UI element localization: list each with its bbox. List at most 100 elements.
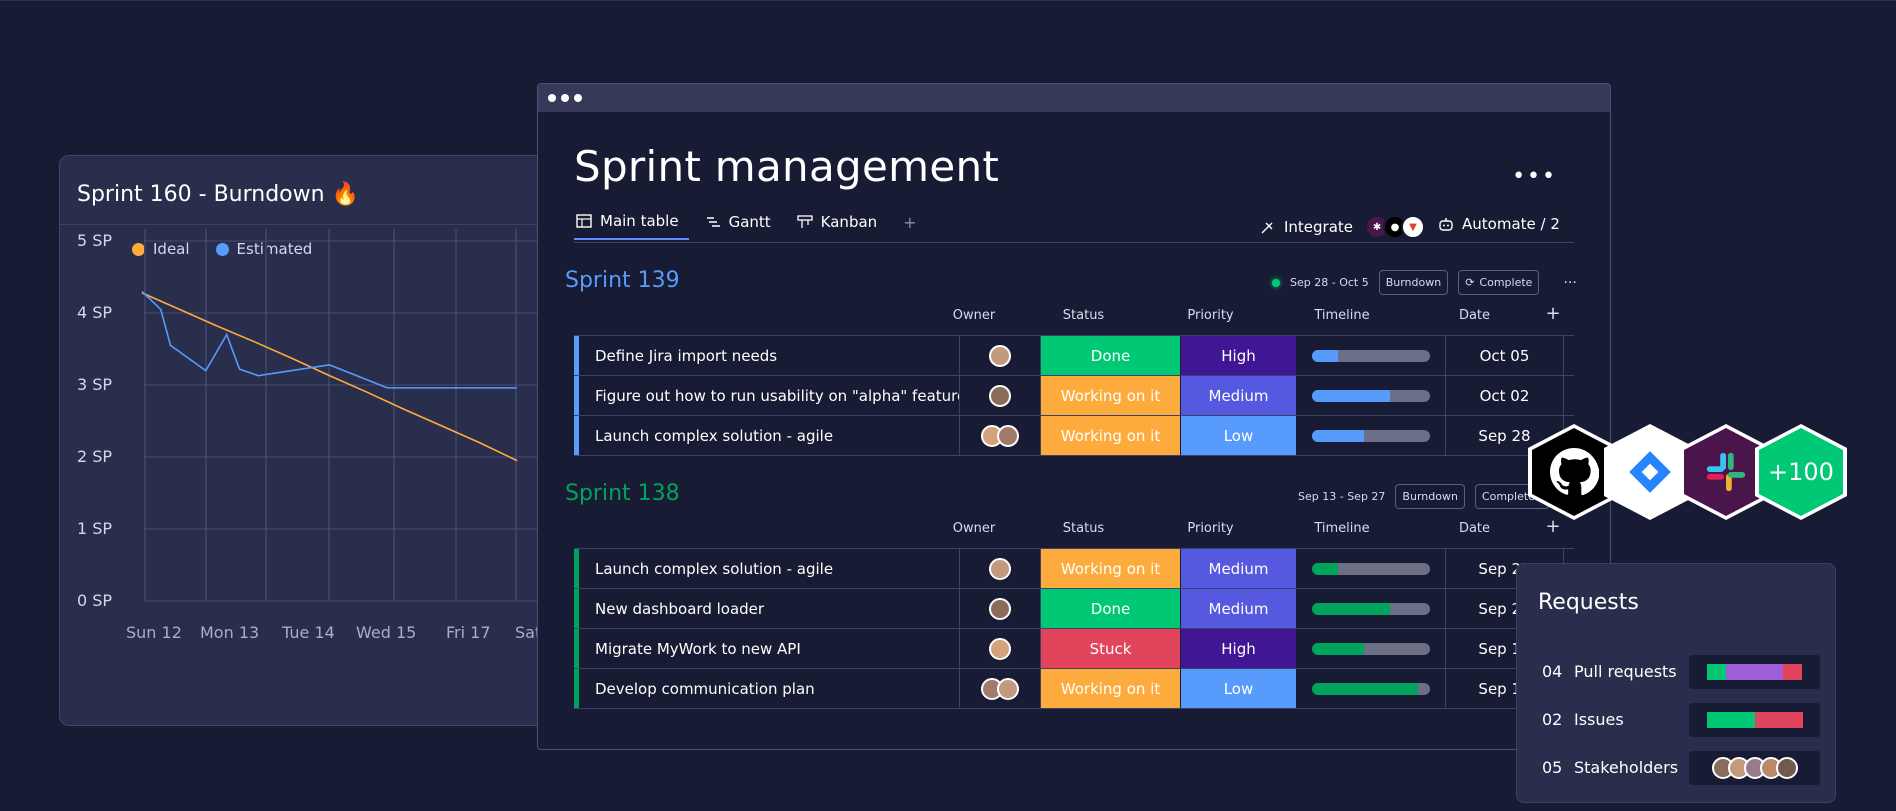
table-row[interactable]: Migrate MyWork to new API Stuck High Sep 16 [574,629,1574,669]
y-tick-label: 1 SP [77,519,112,538]
col-timeline: Timeline [1314,521,1370,536]
avatar [1775,757,1798,779]
request-row-issues[interactable]: 02 Issues [1542,710,1624,729]
view-tabs: Main table Gantt Kanban + [574,212,941,240]
item-name[interactable]: Figure out how to run usability on "alph… [579,376,960,415]
owner-cell[interactable] [960,376,1041,415]
requests-title: Requests [1538,590,1639,615]
owner-cell[interactable] [960,669,1041,708]
gitlab-icon: ▼ [1401,215,1426,239]
timeline-cell[interactable] [1297,376,1446,415]
owner-avatar[interactable] [989,637,1011,660]
priority-cell[interactable]: Low [1181,669,1297,708]
window-titlebar [538,84,1610,112]
request-row-pull-requests[interactable]: 04 Pull requests [1542,662,1677,681]
group-table-sprint-139: Define Jira import needs Done High Oct 05 Fi… [574,335,1574,456]
owner-avatar[interactable] [997,424,1019,447]
automate-button[interactable]: Automate / 2 [1438,215,1560,233]
status-cell[interactable]: Done [1041,589,1181,628]
integrate-label: Integrate [1284,218,1354,236]
timeline-cell[interactable] [1297,629,1446,668]
group-title-sprint-139[interactable]: Sprint 139 [565,268,680,293]
table-row[interactable]: Figure out how to run usability on "alph… [574,376,1574,416]
owner-avatar[interactable] [989,344,1011,367]
status-cell[interactable]: Working on it [1041,376,1181,415]
timeline-cell[interactable] [1297,336,1446,375]
tab-kanban[interactable]: Kanban [795,212,888,240]
item-name[interactable]: New dashboard loader [579,589,960,628]
request-row-stakeholders[interactable]: 05 Stakeholders [1542,758,1678,777]
timeline-fill [1312,682,1419,695]
timeline-bar [1312,389,1430,402]
more-options-icon[interactable]: ••• [1512,164,1557,189]
item-name[interactable]: Launch complex solution - agile [579,549,960,588]
x-tick-label: Mon 13 [200,623,259,642]
owner-avatar[interactable] [989,597,1011,620]
integrate-button[interactable]: Integrate ✱ ● ▼ [1260,215,1426,239]
priority-cell[interactable]: High [1181,336,1297,375]
status-cell[interactable]: Working on it [1041,669,1181,708]
burndown-button[interactable]: Burndown [1395,484,1465,509]
pull-requests-bar [1689,655,1820,689]
col-status: Status [1062,521,1105,536]
table-row[interactable]: New dashboard loader Done Medium Sep 22 [574,589,1574,629]
window-controls[interactable] [548,94,582,102]
owner-cell[interactable] [960,336,1041,375]
table-row[interactable]: Launch complex solution - agile Working o… [574,549,1574,589]
group-title-sprint-138[interactable]: Sprint 138 [565,481,680,506]
group-meta-sprint-138: Sep 13 - Sep 27 Burndown Completed [1298,484,1549,509]
timeline-cell[interactable] [1297,589,1446,628]
owner-cell[interactable] [960,589,1041,628]
owner-cell[interactable] [960,549,1041,588]
item-name[interactable]: Launch complex solution - agile [579,416,960,455]
status-cell[interactable]: Stuck [1041,629,1181,668]
table-row[interactable]: Launch complex solution - agile Working o… [574,416,1574,456]
priority-cell[interactable]: High [1181,629,1297,668]
date-cell[interactable]: Oct 05 [1446,336,1564,375]
status-cell[interactable]: Done [1041,336,1181,375]
owner-avatar[interactable] [989,384,1011,407]
request-count: 05 [1542,758,1563,777]
tab-gantt[interactable]: Gantt [703,212,781,240]
more-integrations-hex[interactable]: +100 [1755,424,1847,520]
complete-label: Complete [1479,276,1533,289]
priority-cell[interactable]: Medium [1181,589,1297,628]
item-name[interactable]: Define Jira import needs [579,336,960,375]
status-cell[interactable]: Working on it [1041,549,1181,588]
priority-cell[interactable]: Medium [1181,549,1297,588]
status-cell[interactable]: Working on it [1041,416,1181,455]
timeline-fill [1312,389,1390,402]
grid-line-vertical [393,229,395,601]
priority-cell[interactable]: Low [1181,416,1297,455]
owner-cell[interactable] [960,629,1041,668]
owner-avatar[interactable] [989,557,1011,580]
grid-line-vertical [328,229,330,601]
owner-avatar[interactable] [997,677,1019,700]
owner-cell[interactable] [960,416,1041,455]
tab-main-table[interactable]: Main table [574,212,689,240]
table-row[interactable]: Define Jira import needs Done High Oct 05 [574,336,1574,376]
timeline-cell[interactable] [1297,416,1446,455]
timeline-cell[interactable] [1297,669,1446,708]
col-date: Date [1458,308,1491,323]
automate-label: Automate / 2 [1462,215,1560,233]
grid-line-vertical [265,229,267,601]
request-label: Stakeholders [1574,758,1679,777]
active-indicator [1272,278,1280,287]
burndown-button[interactable]: Burndown [1378,270,1449,295]
grid-line-vertical [515,229,517,601]
timeline-cell[interactable] [1297,549,1446,588]
table-row[interactable]: Develop communication plan Working on it L… [574,669,1574,709]
date-cell[interactable]: Oct 02 [1446,376,1564,415]
col-owner: Owner [952,308,996,323]
add-column-button[interactable]: + [1533,516,1573,537]
group-more-icon[interactable]: ··· [1563,275,1576,291]
add-view-button[interactable]: + [901,212,926,240]
item-name[interactable]: Migrate MyWork to new API [579,629,960,668]
grid-line-vertical [205,229,207,601]
complete-button[interactable]: ⟳ Complete [1458,270,1540,295]
item-name[interactable]: Develop communication plan [579,669,960,708]
add-column-button[interactable]: + [1533,303,1573,324]
col-owner: Owner [952,521,996,536]
priority-cell[interactable]: Medium [1181,376,1297,415]
